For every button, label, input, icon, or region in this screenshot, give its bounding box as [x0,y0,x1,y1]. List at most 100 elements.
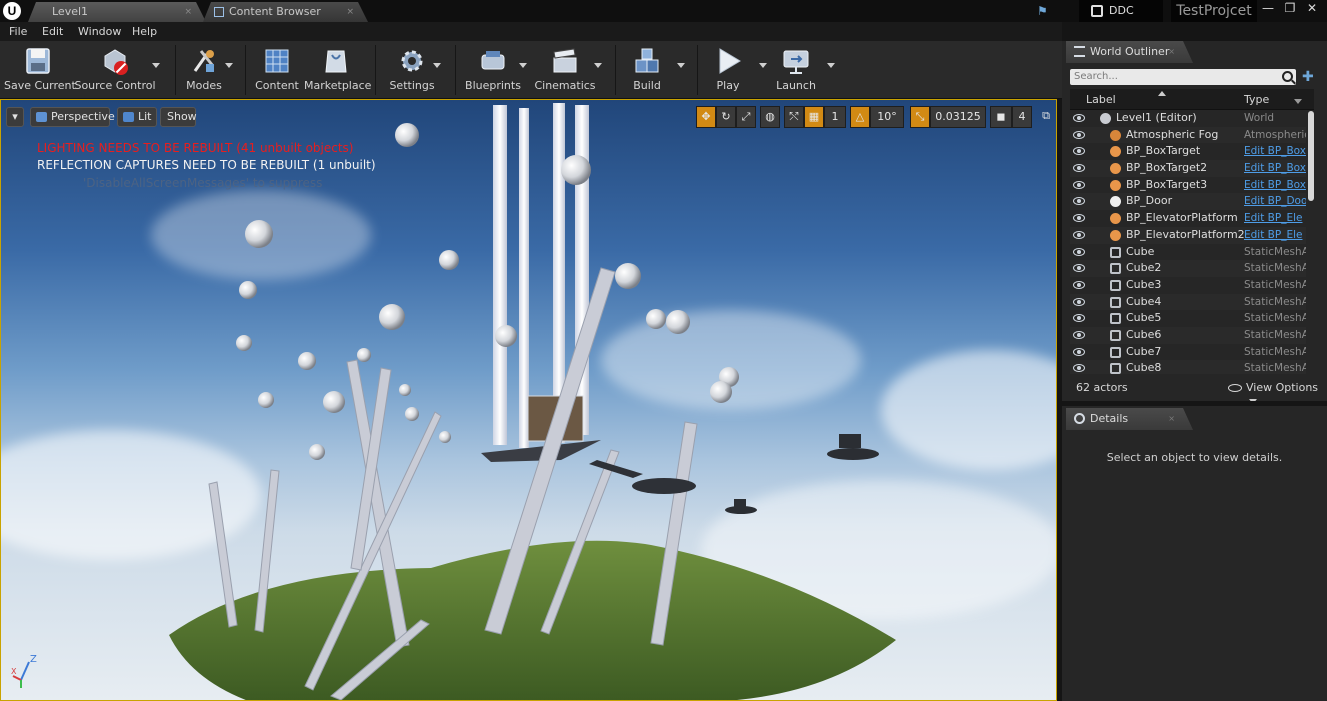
visibility-eye-icon[interactable] [1073,230,1085,239]
maximize-button[interactable]: ❐ [1279,0,1301,18]
visibility-eye-icon[interactable] [1073,280,1085,289]
menu-file[interactable]: File [9,25,27,38]
marketplace-button[interactable]: Marketplace [304,41,371,99]
table-row[interactable]: BP_BoxTarget3 Edit BP_Box [1070,177,1306,194]
modes-button[interactable]: Modes [180,41,228,99]
table-row[interactable]: Cube4 StaticMeshAc [1070,294,1306,311]
add-folder-icon[interactable]: ✚ [1302,69,1314,85]
chevron-down-icon[interactable] [759,63,767,68]
perspective-button[interactable]: Perspective [30,107,115,127]
visibility-eye-icon[interactable] [1073,164,1085,173]
unreal-logo-icon[interactable]: U [3,2,21,20]
chevron-down-icon[interactable] [519,63,527,68]
column-type-header[interactable]: Type [1244,93,1269,106]
camera-speed-value[interactable]: 4 [1012,106,1032,128]
table-row[interactable]: BP_ElevatorPlatform2 Edit BP_Ele [1070,227,1306,244]
table-row[interactable]: BP_BoxTarget Edit BP_Box [1070,143,1306,160]
close-icon[interactable]: × [1168,408,1175,430]
show-button[interactable]: Show [160,107,197,127]
level-viewport[interactable]: ▾ Perspective Lit Show LIGHTING NEEDS TO… [0,99,1057,701]
close-button[interactable]: ✕ [1301,0,1323,18]
sort-ascending-icon[interactable] [1158,91,1166,96]
search-input[interactable]: Search... [1070,69,1296,85]
ddc-button[interactable]: DDC [1079,0,1163,22]
chevron-down-icon[interactable] [1294,99,1302,104]
viewport-options-button[interactable]: ▾ [6,107,24,127]
visibility-eye-icon[interactable] [1073,214,1085,223]
tab-level1[interactable]: Level1 × [28,2,206,22]
visibility-eye-icon[interactable] [1073,314,1085,323]
visibility-eye-icon[interactable] [1073,247,1085,256]
rotation-snap-icon[interactable]: △ [850,106,870,128]
notification-flag-icon[interactable]: ⚑ [1037,4,1048,18]
menu-help[interactable]: Help [132,25,157,38]
surface-snap-icon[interactable]: ⤲ [784,106,804,128]
visibility-eye-icon[interactable] [1073,364,1085,373]
settings-button[interactable]: Settings [388,41,436,99]
blueprints-button[interactable]: Blueprints [464,41,522,99]
table-row[interactable]: Atmospheric Fog AtmosphericF [1070,127,1306,144]
scale-tool-icon[interactable]: ⤢ [736,106,756,128]
cinematics-button[interactable]: Cinematics [534,41,596,99]
search-icon[interactable] [1282,71,1293,82]
chevron-down-icon[interactable] [594,63,602,68]
chevron-down-icon[interactable] [433,63,441,68]
visibility-eye-icon[interactable] [1073,197,1085,206]
table-row[interactable]: Cube StaticMeshAc [1070,244,1306,261]
visibility-eye-icon[interactable] [1073,330,1085,339]
table-row[interactable]: Level1 (Editor) World [1070,110,1306,127]
scale-snap-icon[interactable]: ⤡ [910,106,930,128]
launch-button[interactable]: Launch [772,41,820,99]
visibility-eye-icon[interactable] [1073,130,1085,139]
minimize-button[interactable]: — [1257,0,1279,18]
visibility-eye-icon[interactable] [1073,180,1085,189]
edit-blueprint-link[interactable]: Edit BP_Box [1244,160,1306,176]
camera-speed-icon[interactable]: ◼ [990,106,1012,128]
panel-divider[interactable] [1062,401,1327,406]
visibility-eye-icon[interactable] [1073,264,1085,273]
table-row[interactable]: BP_Door Edit BP_Doo [1070,193,1306,210]
build-button[interactable]: Build [624,41,670,99]
edit-blueprint-link[interactable]: Edit BP_Box [1244,143,1306,159]
table-row[interactable]: Cube3 StaticMeshAc [1070,277,1306,294]
menu-window[interactable]: Window [78,25,121,38]
source-control-button[interactable]: Source Control [74,41,156,99]
edit-blueprint-link[interactable]: Edit BP_Doo [1244,193,1306,209]
table-row[interactable]: BP_ElevatorPlatform Edit BP_Ele [1070,210,1306,227]
save-current-button[interactable]: Save Current [4,41,76,99]
table-row[interactable]: Cube6 StaticMeshAc [1070,327,1306,344]
close-icon[interactable]: × [346,2,354,22]
visibility-eye-icon[interactable] [1073,297,1085,306]
chevron-down-icon[interactable] [677,63,685,68]
tab-world-outliner[interactable]: World Outliner × [1066,41,1193,63]
outliner-scrollbar[interactable] [1308,111,1314,201]
chevron-down-icon[interactable] [225,63,233,68]
grid-snap-value[interactable]: 1 [824,106,846,128]
edit-blueprint-link[interactable]: Edit BP_Box [1244,177,1306,193]
world-space-icon[interactable]: ◍ [760,106,780,128]
close-icon[interactable]: × [1168,41,1175,63]
edit-blueprint-link[interactable]: Edit BP_Ele [1244,210,1306,226]
visibility-eye-icon[interactable] [1073,147,1085,156]
tab-content-browser[interactable]: Content Browser × [203,2,368,22]
table-row[interactable]: Cube5 StaticMeshAc [1070,310,1306,327]
table-row[interactable]: Cube8 StaticMeshAc [1070,360,1306,374]
column-label-header[interactable]: Label [1086,93,1116,106]
close-icon[interactable]: × [184,2,192,22]
chevron-down-icon[interactable] [827,63,835,68]
table-row[interactable]: Cube2 StaticMeshAc [1070,260,1306,277]
tab-details[interactable]: Details × [1066,408,1193,430]
menu-edit[interactable]: Edit [42,25,63,38]
edit-blueprint-link[interactable]: Edit BP_Ele [1244,227,1306,243]
visibility-eye-icon[interactable] [1073,114,1085,122]
scale-snap-value[interactable]: 0.03125 [930,106,986,128]
maximize-viewport-icon[interactable]: ⧉ [1038,106,1054,128]
translate-tool-icon[interactable]: ✥ [696,106,716,128]
content-button[interactable]: Content [254,41,300,99]
play-button[interactable]: Play [706,41,750,99]
rotate-tool-icon[interactable]: ↻ [716,106,736,128]
visibility-eye-icon[interactable] [1073,347,1085,356]
chevron-down-icon[interactable] [152,63,160,68]
rotation-snap-value[interactable]: 10° [870,106,904,128]
table-row[interactable]: Cube7 StaticMeshAc [1070,344,1306,361]
